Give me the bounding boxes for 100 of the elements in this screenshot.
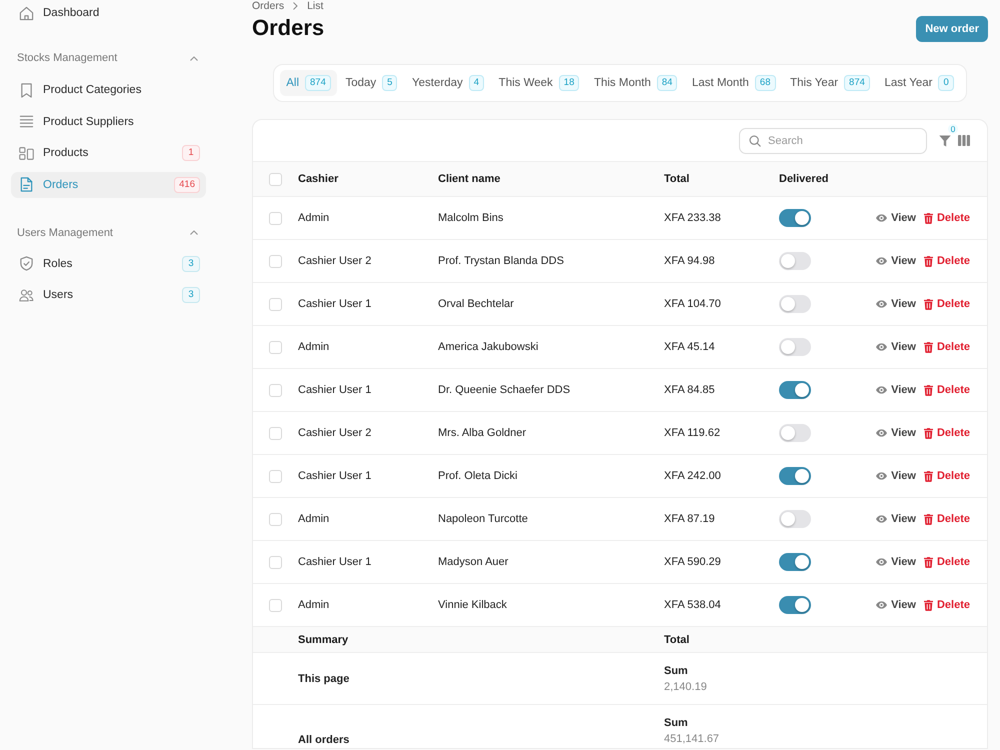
sidebar-item[interactable]: Products 1	[11, 140, 206, 166]
view-link[interactable]: View	[876, 513, 916, 525]
view-link[interactable]: View	[876, 341, 916, 353]
new-order-button[interactable]: New order	[916, 16, 988, 42]
checkbox[interactable]	[269, 556, 282, 568]
layout-icon	[19, 146, 34, 160]
column-header: Cashier	[298, 173, 340, 185]
delete-link[interactable]: Delete	[924, 470, 970, 482]
eye-icon	[876, 257, 888, 265]
table-cell-text: Admin	[298, 513, 330, 525]
view-link[interactable]: View	[876, 470, 916, 482]
filter-tab[interactable]: Yesterday 4	[406, 70, 490, 96]
toggle-switch[interactable]	[779, 381, 811, 399]
table-cell-text: Prof. Trystan Blanda DDS	[438, 255, 565, 267]
count-badge: 68	[754, 75, 776, 91]
view-link[interactable]: View	[876, 599, 916, 611]
section-title[interactable]: Users Management	[17, 226, 113, 238]
trash-icon	[924, 428, 933, 438]
checkbox[interactable]	[269, 212, 282, 224]
table-cell-text: Admin	[298, 599, 330, 611]
sum-label: Sum	[664, 664, 689, 676]
column-header: Total	[664, 634, 690, 646]
view-link[interactable]: View	[876, 255, 916, 267]
sidebar-item[interactable]: Users 3	[11, 282, 206, 308]
summary-label: This page	[298, 672, 350, 684]
trash-icon	[924, 342, 933, 352]
bookmark-icon	[19, 82, 34, 98]
count-badge: 874	[844, 75, 870, 91]
count-badge: 874	[305, 75, 331, 91]
filter-icon[interactable]	[939, 134, 951, 146]
columns-icon[interactable]	[958, 135, 970, 146]
trash-icon	[924, 514, 933, 524]
chevron-up-icon[interactable]	[190, 56, 198, 60]
breadcrumb-link[interactable]: Orders	[252, 0, 284, 12]
table-cell-text: Cashier User 1	[298, 556, 372, 568]
toggle-switch[interactable]	[779, 467, 811, 485]
view-link[interactable]: View	[876, 298, 916, 310]
count-badge: 18	[558, 75, 580, 91]
table-cell-text: Vinnie Kilback	[438, 599, 508, 611]
toggle-switch[interactable]	[779, 338, 811, 356]
filter-tab[interactable]: Last Year 0	[878, 70, 960, 96]
eye-icon	[876, 601, 888, 609]
toggle-switch[interactable]	[779, 295, 811, 313]
view-link[interactable]: View	[876, 427, 916, 439]
toggle-switch[interactable]	[779, 252, 811, 270]
filter-tab[interactable]: This Month 84	[588, 70, 684, 96]
home-icon	[19, 6, 34, 20]
delete-link[interactable]: Delete	[924, 599, 970, 611]
chevron-up-icon[interactable]	[190, 230, 198, 235]
filter-tab[interactable]: This Year 874	[784, 70, 876, 96]
checkbox[interactable]	[269, 598, 282, 612]
view-link[interactable]: View	[876, 556, 916, 568]
checkbox[interactable]	[269, 512, 282, 526]
table-cell-text: XFA 94.98	[664, 255, 716, 267]
toggle-switch[interactable]	[779, 209, 811, 227]
checkbox[interactable]	[269, 470, 282, 482]
count-badge: 3	[182, 287, 200, 303]
table-cell-text: XFA 242.00	[664, 470, 722, 482]
sum-label: Sum	[664, 717, 689, 729]
checkbox[interactable]	[269, 254, 282, 268]
sum-value: 2,140.19	[664, 680, 708, 692]
count-badge: 5	[382, 75, 398, 91]
filter-tab[interactable]: This Week 18	[492, 70, 586, 96]
delete-link[interactable]: Delete	[924, 384, 970, 396]
filter-tab[interactable]: Last Month 68	[686, 70, 782, 96]
checkbox[interactable]	[269, 426, 282, 440]
search-field[interactable]: Search	[739, 128, 927, 154]
column-header: Summary	[298, 634, 350, 646]
trash-icon	[924, 298, 933, 310]
sidebar-item[interactable]: Product Suppliers	[11, 108, 206, 134]
summary-label: All orders	[298, 734, 350, 746]
delete-link[interactable]: Delete	[924, 556, 970, 568]
column-header: Client name	[438, 173, 502, 185]
toggle-switch[interactable]	[779, 553, 811, 571]
sidebar-item[interactable]: Orders 416	[11, 172, 206, 198]
checkbox[interactable]	[269, 172, 282, 186]
delete-link[interactable]: Delete	[924, 513, 970, 525]
eye-icon	[876, 214, 888, 222]
toggle-switch[interactable]	[779, 510, 811, 528]
table-cell-text: Admin	[298, 341, 330, 353]
delete-link[interactable]: Delete	[924, 341, 970, 353]
section-title[interactable]: Stocks Management	[17, 52, 118, 64]
sidebar-item[interactable]: Dashboard	[11, 0, 206, 26]
view-link[interactable]: View	[876, 384, 916, 396]
checkbox[interactable]	[269, 384, 282, 396]
users-icon	[19, 288, 34, 302]
sidebar-item[interactable]: Roles 3	[11, 250, 206, 276]
delete-link[interactable]: Delete	[924, 427, 970, 439]
checkbox[interactable]	[269, 340, 282, 354]
delete-link[interactable]: Delete	[924, 255, 970, 267]
delete-link[interactable]: Delete	[924, 212, 970, 224]
checkbox[interactable]	[269, 298, 282, 310]
sidebar-item[interactable]: Product Categories	[11, 77, 206, 103]
toggle-switch[interactable]	[779, 596, 811, 614]
delete-link[interactable]: Delete	[924, 298, 970, 310]
view-link[interactable]: View	[876, 212, 916, 224]
table-cell-text: XFA 590.29	[664, 556, 722, 568]
table-cell-text: Cashier User 1	[298, 384, 372, 396]
toggle-switch[interactable]	[779, 424, 811, 442]
filter-tab[interactable]: Today 5	[339, 70, 404, 96]
